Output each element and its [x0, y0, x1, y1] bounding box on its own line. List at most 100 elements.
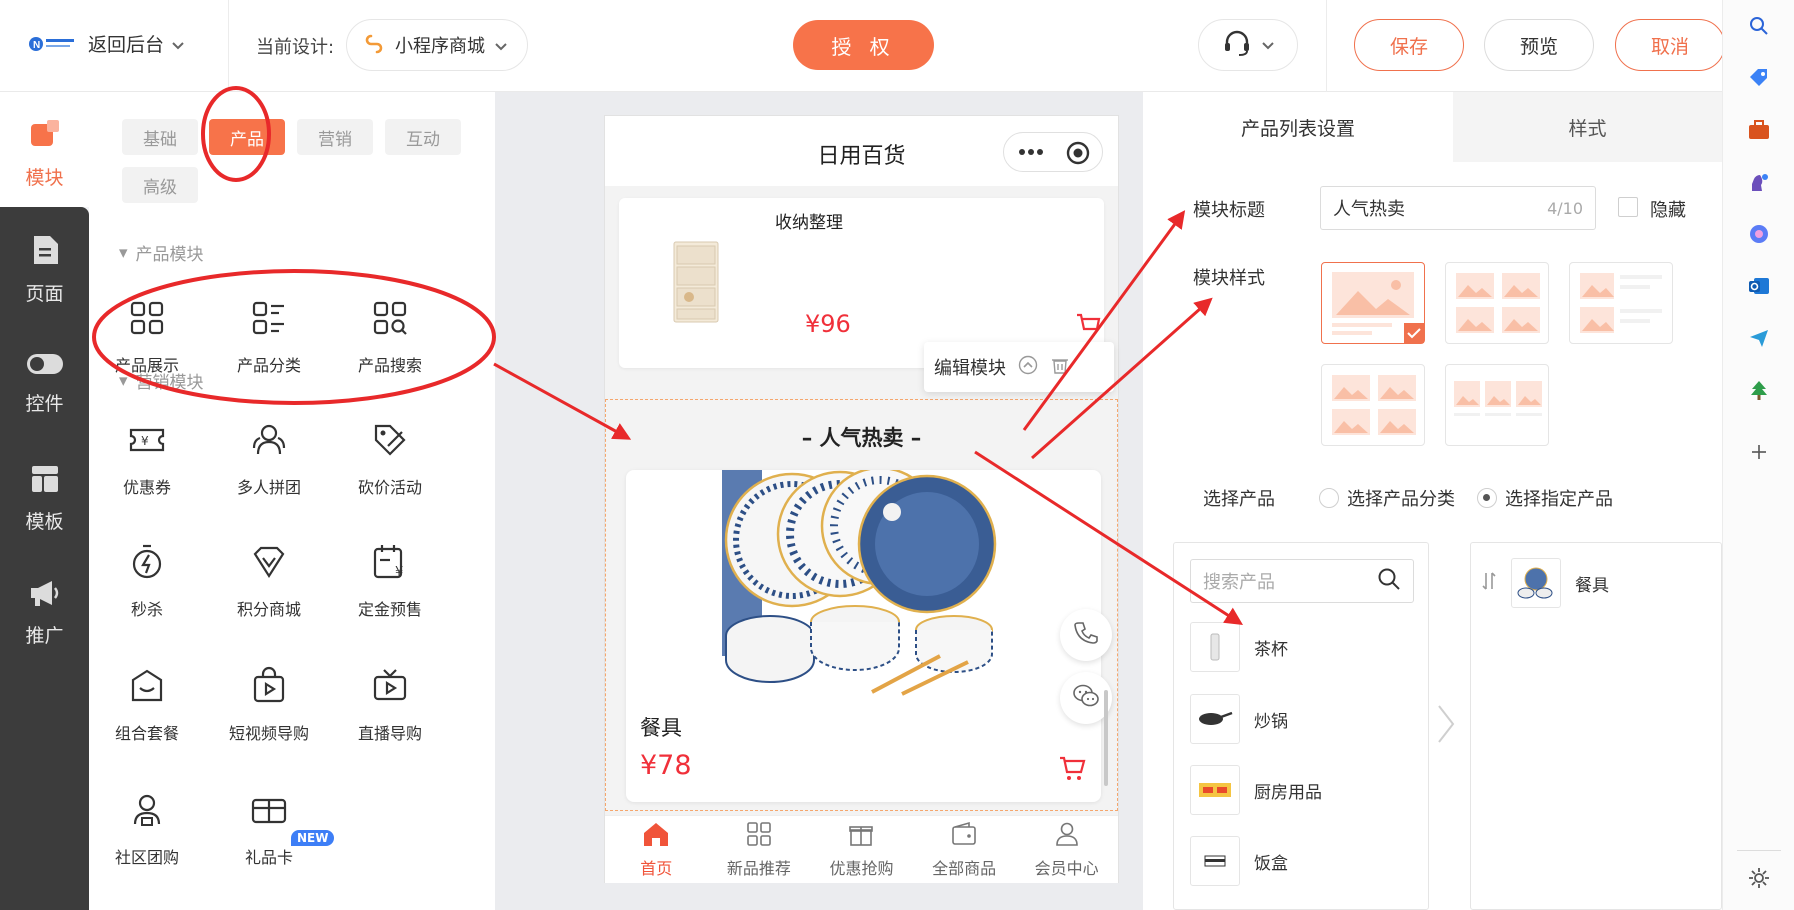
- style-option-mixed[interactable]: [1321, 364, 1425, 446]
- module-style-label: 模块样式: [1193, 268, 1265, 289]
- tabbar-item-home[interactable]: 首页: [605, 816, 708, 883]
- coupon-icon: ¥: [127, 420, 167, 464]
- module-flash-sale[interactable]: 秒杀: [92, 542, 202, 620]
- tree-icon[interactable]: [1747, 378, 1771, 402]
- authorize-button[interactable]: 授 权: [793, 20, 934, 70]
- delete-trash-icon[interactable]: [1050, 355, 1070, 380]
- module-title-input[interactable]: 人气热卖 4/10: [1320, 186, 1596, 230]
- back-to-admin-button[interactable]: 返回后台: [88, 30, 184, 57]
- module-short-video[interactable]: 短视频导购: [214, 666, 324, 744]
- brand-logo[interactable]: N: [28, 33, 76, 55]
- product-row-wok[interactable]: 炒锅: [1190, 693, 1288, 745]
- edit-module-popup: 编辑模块: [924, 342, 1114, 392]
- edit-module-label[interactable]: 编辑模块: [934, 354, 1006, 380]
- collapse-up-icon[interactable]: [1018, 355, 1038, 380]
- design-selector[interactable]: 小程序商城: [346, 19, 528, 71]
- style-option-two-column[interactable]: [1445, 262, 1549, 344]
- product-image-tableware: [722, 470, 1006, 701]
- svg-text:N: N: [33, 40, 40, 51]
- module-gift-card[interactable]: 礼品卡: [214, 790, 324, 868]
- nav-item-modules[interactable]: 模块: [0, 118, 89, 190]
- tab-marketing[interactable]: 营销: [297, 119, 373, 155]
- close-target-icon[interactable]: [1066, 141, 1090, 170]
- tabbar-item-deals[interactable]: 优惠抢购: [810, 816, 913, 883]
- customer-support-button[interactable]: [1198, 19, 1298, 71]
- module-title-label: 模块标题: [1193, 200, 1265, 221]
- module-label: 礼品卡: [244, 848, 293, 867]
- tabbar-item-new[interactable]: 新品推荐: [708, 816, 811, 883]
- selected-product-row-tableware[interactable]: 餐具: [1481, 557, 1609, 609]
- product-search-input[interactable]: 搜索产品: [1190, 559, 1414, 603]
- hot-sale-module[interactable]: – 人气热卖 – 餐具 ¥78: [605, 399, 1118, 811]
- chess-icon[interactable]: [1747, 170, 1771, 194]
- tag-icon[interactable]: [1747, 66, 1771, 90]
- outlook-icon[interactable]: [1747, 274, 1771, 298]
- product-section-header[interactable]: ▾ 产品模块: [119, 240, 204, 266]
- style-option-list[interactable]: [1569, 262, 1673, 344]
- copilot-icon[interactable]: [1747, 222, 1771, 246]
- module-deposit-presale[interactable]: ¥ 定金预售: [335, 542, 445, 620]
- drag-sort-icon[interactable]: [1481, 571, 1497, 596]
- plus-icon[interactable]: [1747, 440, 1771, 464]
- radio-circle: [1319, 488, 1339, 508]
- search-icon[interactable]: [1377, 567, 1401, 596]
- module-product-category[interactable]: 产品分类: [214, 298, 324, 376]
- product-row-teacup[interactable]: 茶杯: [1190, 621, 1288, 673]
- module-bundle[interactable]: 组合套餐: [92, 666, 202, 744]
- hide-checkbox[interactable]: [1618, 197, 1638, 217]
- cart-icon[interactable]: [1075, 312, 1101, 343]
- save-button[interactable]: 保存: [1354, 19, 1464, 71]
- phone-call-button[interactable]: [1060, 609, 1112, 661]
- product-thumb: [1190, 622, 1240, 672]
- community-user-icon: [127, 790, 167, 834]
- cart-icon[interactable]: [1058, 754, 1086, 787]
- nav-label-templates: 模板: [25, 511, 64, 533]
- module-community-group[interactable]: 社区团购: [92, 790, 202, 868]
- user-icon: [1054, 821, 1080, 851]
- search-icon[interactable]: [1747, 14, 1771, 38]
- module-points-mall[interactable]: 积分商城: [214, 542, 324, 620]
- nav-item-templates[interactable]: 模板: [0, 464, 89, 534]
- radio-specific-products[interactable]: 选择指定产品: [1477, 485, 1613, 511]
- product-row-kitchen[interactable]: 厨房用品: [1190, 764, 1322, 816]
- phone-scrollbar[interactable]: [1104, 690, 1108, 786]
- product-price: ¥96: [805, 310, 851, 338]
- more-dots-icon[interactable]: [1016, 141, 1046, 168]
- tab-basic[interactable]: 基础: [122, 119, 198, 155]
- gear-icon[interactable]: [1747, 866, 1771, 890]
- nav-item-promotion[interactable]: 推广: [0, 578, 89, 648]
- nav-item-pages[interactable]: 页面: [0, 234, 89, 306]
- module-label: 定金预售: [357, 600, 422, 619]
- preview-button[interactable]: 预览: [1484, 19, 1594, 71]
- tab-interaction[interactable]: 互动: [385, 119, 461, 155]
- tabbar-item-all[interactable]: 全部商品: [913, 816, 1016, 883]
- module-bargain[interactable]: 砍价活动: [335, 420, 445, 498]
- radio-by-category[interactable]: 选择产品分类: [1319, 485, 1455, 511]
- marketing-section-title: 营销模块: [135, 373, 204, 393]
- char-counter: 4/10: [1547, 198, 1583, 218]
- style-option-three-column[interactable]: [1445, 364, 1549, 446]
- tab-product-list-settings[interactable]: 产品列表设置: [1143, 92, 1453, 162]
- cancel-button[interactable]: 取消: [1615, 19, 1725, 71]
- module-label: 多人拼团: [236, 478, 301, 497]
- tab-style[interactable]: 样式: [1453, 92, 1722, 162]
- nav-item-controls[interactable]: 控件: [0, 352, 89, 416]
- tab-advanced[interactable]: 高级: [122, 167, 198, 203]
- module-group-buy[interactable]: 多人拼团: [214, 420, 324, 498]
- send-icon[interactable]: [1747, 326, 1771, 350]
- module-product-search[interactable]: 产品搜索: [335, 298, 445, 376]
- briefcase-icon[interactable]: [1747, 118, 1771, 142]
- module-coupon[interactable]: ¥ 优惠券: [92, 420, 202, 498]
- product-card[interactable]: 餐具 ¥78: [626, 470, 1101, 802]
- product-row-lunchbox[interactable]: 饭盒: [1190, 835, 1288, 887]
- marketing-section-header[interactable]: ▾ 营销模块: [119, 368, 204, 394]
- tabbar-label: 优惠抢购: [829, 858, 894, 878]
- style-option-large-image[interactable]: [1321, 262, 1425, 344]
- tab-product[interactable]: 产品: [209, 119, 285, 155]
- module-live-shopping[interactable]: 直播导购: [335, 666, 445, 744]
- module-product-display[interactable]: 产品展示: [92, 298, 202, 376]
- title-dash: –: [801, 426, 820, 450]
- product-thumb: [1190, 836, 1240, 886]
- chevron-right-icon[interactable]: [1435, 702, 1457, 751]
- tabbar-item-member[interactable]: 会员中心: [1015, 816, 1118, 883]
